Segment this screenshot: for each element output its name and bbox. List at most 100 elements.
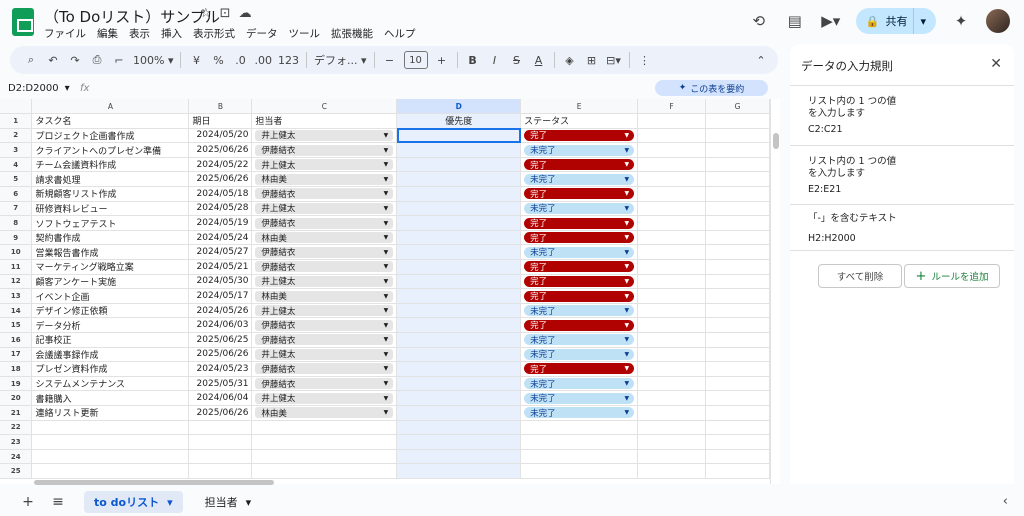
assignee-cell[interactable]: 伊藤結衣 ▼ bbox=[251, 332, 398, 348]
assignee-cell[interactable]: 伊藤結衣 ▼ bbox=[251, 186, 398, 202]
search-menus-icon[interactable]: ⌕ bbox=[20, 49, 42, 71]
empty-cell[interactable] bbox=[637, 128, 706, 144]
assignee-dropdown-chip[interactable]: 林由美 ▼ bbox=[255, 290, 394, 302]
select-all-corner[interactable] bbox=[0, 99, 33, 115]
due-date-cell[interactable]: 2025/06/26 bbox=[188, 142, 253, 158]
currency-format-button[interactable]: ¥ bbox=[185, 49, 207, 71]
task-cell[interactable]: チーム会議資料作成 bbox=[31, 157, 190, 173]
priority-cell[interactable] bbox=[396, 259, 522, 275]
empty-cell[interactable] bbox=[637, 317, 706, 333]
row-number[interactable]: 18 bbox=[0, 361, 33, 377]
header-task-cell[interactable]: タスク名 bbox=[31, 113, 190, 129]
task-cell[interactable]: 契約書作成 bbox=[31, 230, 190, 246]
empty-cell[interactable] bbox=[705, 390, 770, 406]
due-date-cell[interactable]: 2024/05/19 bbox=[188, 215, 253, 231]
assignee-cell[interactable] bbox=[251, 449, 398, 465]
priority-cell[interactable] bbox=[396, 215, 522, 231]
row-number[interactable]: 1 bbox=[0, 113, 33, 129]
comment-icon[interactable]: ▤ bbox=[784, 10, 806, 32]
status-dropdown-chip[interactable]: 未完了 ▼ bbox=[524, 348, 635, 360]
merge-cells-icon[interactable]: ⊟▾ bbox=[603, 49, 625, 71]
row-number[interactable]: 21 bbox=[0, 405, 33, 421]
empty-cell[interactable] bbox=[637, 171, 706, 188]
empty-cell[interactable] bbox=[705, 186, 770, 202]
menu-format[interactable]: 表示形式 bbox=[193, 26, 235, 41]
row-number[interactable]: 8 bbox=[0, 215, 33, 231]
empty-cell[interactable] bbox=[637, 142, 706, 158]
empty-cell[interactable] bbox=[637, 274, 706, 290]
status-dropdown-chip[interactable]: 完了 ▼ bbox=[524, 275, 635, 287]
row-number[interactable]: 23 bbox=[0, 434, 33, 450]
due-date-cell[interactable]: 2025/06/26 bbox=[188, 347, 253, 363]
status-dropdown-chip[interactable]: 完了 ▼ bbox=[524, 217, 635, 229]
task-cell[interactable]: プレゼン資料作成 bbox=[31, 361, 190, 377]
italic-icon[interactable]: I bbox=[484, 49, 506, 71]
assignee-cell[interactable]: 伊藤結衣 ▼ bbox=[251, 361, 398, 377]
task-cell[interactable]: 記事校正 bbox=[31, 332, 190, 348]
task-cell[interactable]: 書籍購入 bbox=[31, 390, 190, 406]
delete-all-button[interactable]: すべて削除 bbox=[818, 264, 902, 288]
font-size-decrease-button[interactable]: − bbox=[379, 49, 401, 71]
gemini-sparkle-icon[interactable]: ✦ bbox=[950, 10, 972, 32]
status-cell[interactable]: 未完了 ▼ bbox=[520, 142, 639, 158]
font-size-increase-button[interactable]: + bbox=[431, 49, 453, 71]
due-date-cell[interactable] bbox=[188, 449, 253, 465]
task-cell[interactable] bbox=[31, 463, 190, 479]
due-date-cell[interactable]: 2024/05/21 bbox=[188, 259, 253, 275]
empty-cell[interactable] bbox=[705, 376, 770, 392]
empty-cell[interactable] bbox=[637, 230, 706, 246]
zoom-select[interactable]: 100% ▾ bbox=[130, 49, 176, 71]
assignee-dropdown-chip[interactable]: 伊藤結衣 ▼ bbox=[255, 261, 394, 273]
sheets-logo-icon[interactable] bbox=[12, 8, 34, 36]
status-dropdown-chip[interactable]: 完了 ▼ bbox=[524, 188, 635, 200]
task-cell[interactable]: 請求書処理 bbox=[31, 171, 190, 188]
status-cell[interactable]: 完了 ▼ bbox=[520, 317, 639, 333]
paint-format-icon[interactable]: ⌐ bbox=[108, 49, 130, 71]
avatar[interactable] bbox=[986, 9, 1010, 33]
empty-cell[interactable] bbox=[637, 186, 706, 202]
empty-cell[interactable] bbox=[637, 434, 706, 450]
assignee-dropdown-chip[interactable]: 井上健太 ▼ bbox=[255, 202, 394, 214]
task-cell[interactable]: 顧客アンケート実施 bbox=[31, 274, 190, 290]
status-cell[interactable]: 完了 ▼ bbox=[520, 186, 639, 202]
menu-extensions[interactable]: 拡張機能 bbox=[331, 26, 373, 41]
empty-cell[interactable] bbox=[637, 259, 706, 275]
task-cell[interactable] bbox=[31, 434, 190, 450]
sheet-tab-assignee[interactable]: 担当者 ▾ bbox=[195, 491, 262, 513]
row-number[interactable]: 24 bbox=[0, 449, 33, 465]
status-dropdown-chip[interactable]: 未完了 ▼ bbox=[524, 392, 635, 404]
sheet-tab-todo[interactable]: to doリスト ▾ bbox=[84, 491, 183, 513]
due-date-cell[interactable]: 2025/06/26 bbox=[188, 171, 253, 188]
assignee-cell[interactable]: 井上健太 ▼ bbox=[251, 128, 398, 144]
due-date-cell[interactable]: 2024/05/17 bbox=[188, 288, 253, 304]
assignee-dropdown-chip[interactable]: 伊藤結衣 ▼ bbox=[255, 363, 394, 375]
due-date-cell[interactable]: 2024/05/30 bbox=[188, 274, 253, 290]
assignee-cell[interactable] bbox=[251, 463, 398, 479]
assignee-cell[interactable]: 伊藤結衣 ▼ bbox=[251, 376, 398, 392]
assignee-cell[interactable]: 林由美 ▼ bbox=[251, 171, 398, 188]
column-header-c[interactable]: C bbox=[251, 99, 398, 115]
empty-cell[interactable] bbox=[637, 113, 706, 129]
status-cell[interactable]: 完了 ▼ bbox=[520, 274, 639, 290]
header-due-cell[interactable]: 期日 bbox=[188, 113, 253, 129]
status-dropdown-chip[interactable]: 完了 ▼ bbox=[524, 363, 635, 375]
priority-cell[interactable] bbox=[396, 405, 522, 421]
priority-cell[interactable] bbox=[396, 317, 522, 333]
status-cell[interactable]: 未完了 ▼ bbox=[520, 376, 639, 392]
assignee-dropdown-chip[interactable]: 井上健太 ▼ bbox=[255, 348, 394, 360]
menu-edit[interactable]: 編集 bbox=[97, 26, 118, 41]
validation-rule[interactable]: 「-」を含むテキスト H2:H2000 bbox=[790, 204, 1014, 251]
task-cell[interactable]: クライアントへのプレゼン準備 bbox=[31, 142, 190, 158]
task-cell[interactable]: 新規顧客リスト作成 bbox=[31, 186, 190, 202]
empty-cell[interactable] bbox=[705, 361, 770, 377]
redo-icon[interactable]: ↷ bbox=[64, 49, 86, 71]
status-cell[interactable] bbox=[520, 434, 639, 450]
status-cell[interactable]: 完了 ▼ bbox=[520, 361, 639, 377]
status-cell[interactable]: 未完了 ▼ bbox=[520, 201, 639, 217]
status-cell[interactable] bbox=[520, 463, 639, 479]
move-folder-icon[interactable]: ⊡ bbox=[220, 6, 231, 21]
assignee-cell[interactable]: 井上健太 ▼ bbox=[251, 390, 398, 406]
task-cell[interactable]: システムメンテナンス bbox=[31, 376, 190, 392]
due-date-cell[interactable]: 2024/05/18 bbox=[188, 186, 253, 202]
priority-cell[interactable] bbox=[396, 347, 522, 363]
